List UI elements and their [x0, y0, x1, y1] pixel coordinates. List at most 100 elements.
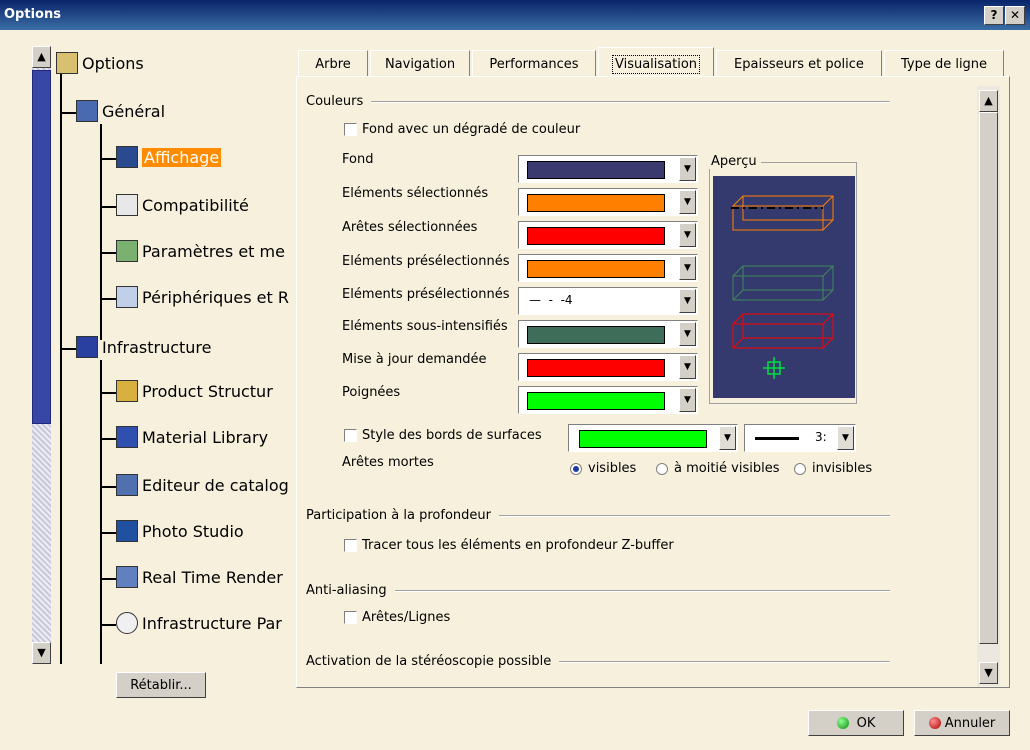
surface-edge-color-combo[interactable]: ▼: [568, 424, 738, 452]
scroll-up-arrow-icon[interactable]: ▲: [32, 46, 51, 68]
color-row-label: Eléments sélectionnés: [342, 186, 489, 201]
tools-icon: [56, 52, 78, 74]
product-structure-icon: [116, 380, 138, 402]
radio-half-visibles[interactable]: à moitié visibles: [656, 461, 780, 476]
dropdown-arrow-icon[interactable]: ▼: [679, 190, 696, 214]
tree-item-product-structure[interactable]: Product Structur: [116, 380, 273, 402]
dropdown-arrow-icon[interactable]: ▼: [679, 157, 696, 181]
tree-item-affichage[interactable]: Affichage: [116, 146, 222, 168]
low-intensity-color-combo[interactable]: ▼: [518, 320, 698, 348]
general-icon: [76, 100, 98, 122]
color-row-label: Arêtes sélectionnées: [342, 220, 478, 235]
tree-root-label: Options: [82, 53, 144, 73]
preview-box: Aperçu: [709, 154, 857, 404]
surface-edge-style-checkbox[interactable]: Style des bords de surfaces: [344, 428, 542, 443]
dropdown-arrow-icon[interactable]: ▼: [679, 289, 696, 313]
preselected-line-style-combo[interactable]: — - -4 ▼: [518, 287, 698, 315]
radio-label: invisibles: [812, 461, 873, 476]
edges-lines-checkbox[interactable]: Arêtes/Lignes: [344, 610, 450, 625]
tree-item-label: Général: [102, 101, 166, 121]
tree-item-material-library[interactable]: Material Library: [116, 426, 268, 448]
tree-item-label: Paramètres et me: [142, 241, 285, 261]
dropdown-arrow-icon[interactable]: ▼: [679, 388, 696, 412]
tree-item-general[interactable]: Général: [76, 100, 165, 122]
edges-lines-checkbox-label: Arêtes/Lignes: [362, 610, 451, 625]
tab-arbre[interactable]: Arbre: [298, 50, 368, 78]
radio-label: visibles: [588, 461, 637, 476]
ok-label: OK: [856, 715, 876, 731]
dropdown-arrow-icon[interactable]: ▼: [679, 223, 696, 247]
tree-item-photo-studio[interactable]: Photo Studio: [116, 520, 244, 542]
tab-performances[interactable]: Performances: [472, 50, 596, 78]
gear-icon: [116, 612, 138, 634]
tab-visualisation-label: Visualisation: [611, 55, 701, 74]
antialias-group-header: Anti-aliasing: [306, 583, 890, 598]
dropdown-arrow-icon[interactable]: ▼: [679, 355, 696, 379]
color-row-label: Poignées: [342, 385, 401, 400]
stereo-group-label: Activation de la stéréoscopie possible: [306, 654, 552, 669]
scroll-down-arrow-icon[interactable]: ▼: [979, 662, 998, 684]
zbuffer-checkbox[interactable]: Tracer tous les éléments en profondeur Z…: [344, 538, 674, 553]
ok-button[interactable]: OK: [808, 710, 904, 736]
selected-elements-color-combo[interactable]: ▼: [518, 188, 698, 216]
background-color-combo[interactable]: ▼: [518, 155, 698, 183]
tree-item-infrastructure[interactable]: Infrastructure: [76, 336, 211, 358]
tree-item-parametres[interactable]: Paramètres et me: [116, 240, 285, 262]
color-row-label: Mise à jour demandée: [342, 352, 487, 367]
tab-epaisseurs[interactable]: Epaisseurs et police: [716, 50, 882, 78]
preselected-elements-color-combo[interactable]: ▼: [518, 254, 698, 282]
help-button[interactable]: ?: [984, 6, 1004, 25]
tree-item-label: Compatibilité: [142, 195, 249, 215]
tree-item-label: Real Time Render: [142, 567, 283, 587]
zbuffer-checkbox-label: Tracer tous les éléments en profondeur Z…: [362, 538, 674, 553]
tree-item-label: Photo Studio: [142, 521, 244, 541]
tree-item-real-time-render[interactable]: Real Time Render: [116, 566, 283, 588]
gradient-checkbox[interactable]: Fond avec un dégradé de couleur: [344, 122, 580, 137]
tree-scrollbar-thumb[interactable]: [32, 70, 51, 424]
compatibility-icon: [116, 194, 138, 216]
dropdown-arrow-icon[interactable]: ▼: [679, 256, 696, 280]
tree-item-label-selected: Affichage: [142, 147, 222, 167]
tree-item-infrastructure-part[interactable]: Infrastructure Par: [116, 612, 282, 634]
radio-label: à moitié visibles: [674, 461, 780, 476]
radio-invisibles[interactable]: invisibles: [794, 461, 872, 476]
depth-group-header: Participation à la profondeur: [306, 508, 890, 523]
tree-scrollbar[interactable]: ▲ ▼: [32, 46, 51, 664]
tree-item-editeur-catalog[interactable]: Editeur de catalog: [116, 474, 289, 496]
dropdown-arrow-icon[interactable]: ▼: [837, 426, 854, 450]
scroll-down-arrow-icon[interactable]: ▼: [32, 642, 51, 664]
photo-studio-icon: [116, 520, 138, 542]
radio-visibles[interactable]: visibles: [570, 461, 636, 476]
tree-root[interactable]: Options: [56, 52, 144, 74]
selected-edges-color-combo[interactable]: ▼: [518, 221, 698, 249]
reset-button[interactable]: Rétablir...: [116, 672, 206, 698]
panel-scrollbar-thumb[interactable]: [979, 112, 998, 644]
tree-item-compatibilite[interactable]: Compatibilité: [116, 194, 249, 216]
panel-scrollbar[interactable]: ▲ ▼: [977, 86, 1000, 686]
tab-type-ligne[interactable]: Type de ligne: [884, 50, 1004, 78]
infrastructure-icon: [76, 336, 98, 358]
display-icon: [116, 146, 138, 168]
scroll-up-arrow-icon[interactable]: ▲: [979, 90, 998, 112]
render-icon: [116, 566, 138, 588]
color-row-label: Eléments sous-intensifiés: [342, 319, 508, 334]
color-row-label: Eléments présélectionnés: [342, 254, 510, 269]
color-row-label: Eléments présélectionnés: [342, 287, 510, 302]
cancel-button[interactable]: Annuler: [914, 710, 1010, 736]
depth-group-label: Participation à la profondeur: [306, 508, 491, 523]
dropdown-arrow-icon[interactable]: ▼: [679, 322, 696, 346]
preview-canvas: [713, 176, 855, 398]
preview-label: Aperçu: [709, 154, 761, 169]
dropdown-arrow-icon[interactable]: ▼: [719, 426, 736, 450]
gradient-checkbox-label: Fond avec un dégradé de couleur: [362, 122, 581, 137]
tree-item-label: Editeur de catalog: [142, 475, 289, 495]
tab-navigation[interactable]: Navigation: [370, 50, 470, 78]
stereo-group-header: Activation de la stéréoscopie possible: [306, 654, 890, 669]
line-style-value: 4: [564, 293, 573, 307]
handles-color-combo[interactable]: ▼: [518, 386, 698, 414]
update-required-color-combo[interactable]: ▼: [518, 353, 698, 381]
close-button[interactable]: ✕: [1005, 6, 1025, 25]
surface-edge-thickness-combo[interactable]: 3: ▼: [744, 424, 856, 452]
colors-group-label: Couleurs: [306, 94, 364, 109]
tree-item-peripheriques[interactable]: Périphériques et R: [116, 286, 289, 308]
